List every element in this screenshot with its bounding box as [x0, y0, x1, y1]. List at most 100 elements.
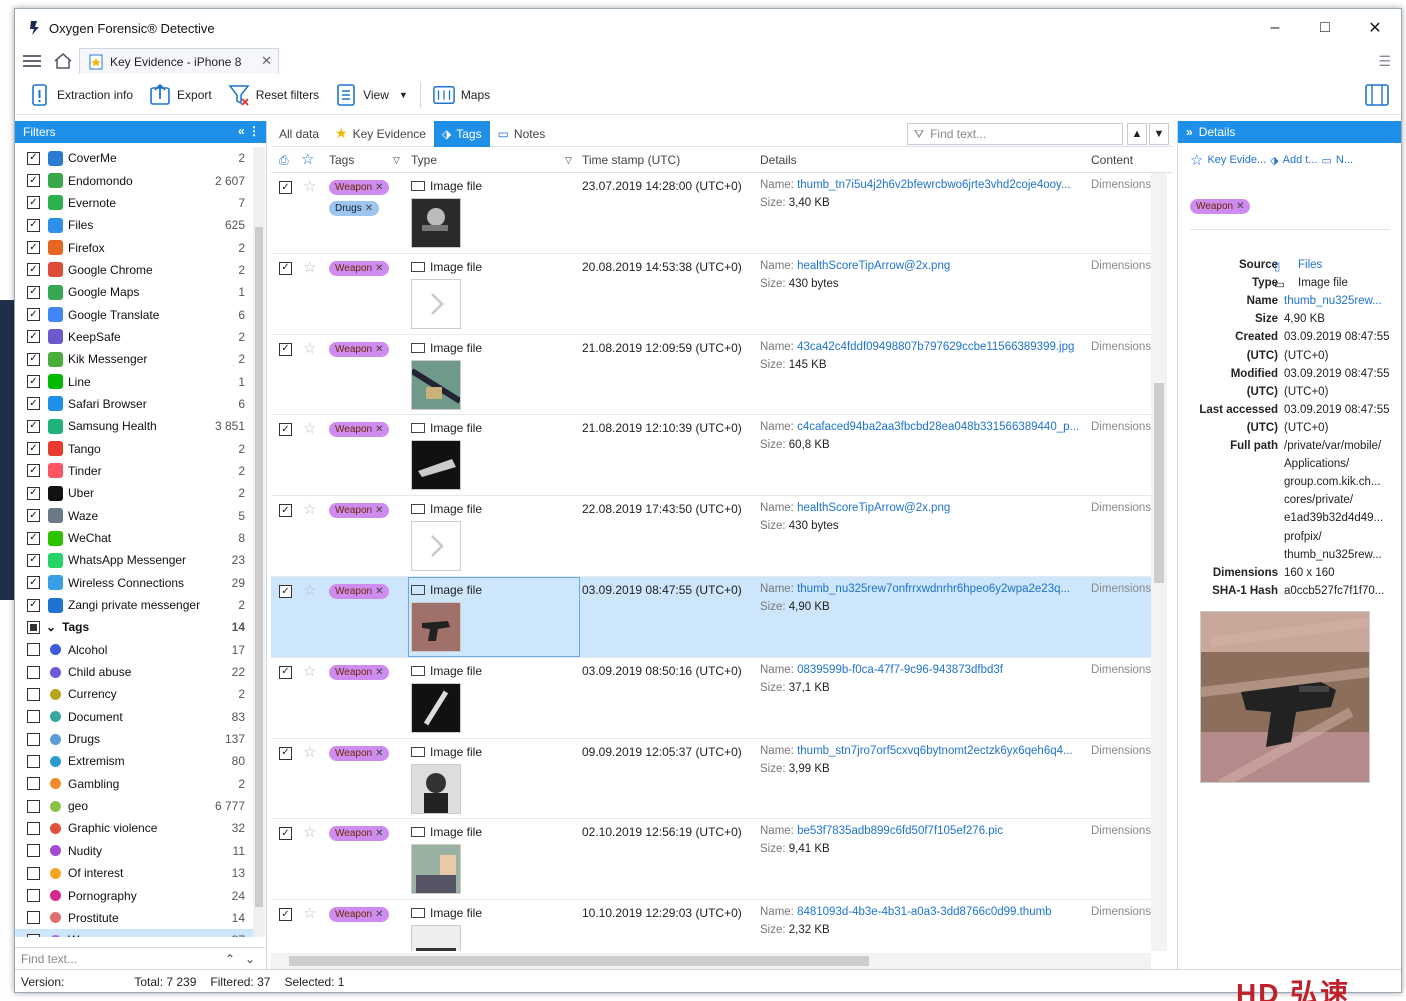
find-down-icon[interactable]: ⌄	[245, 952, 255, 966]
filter-checkbox[interactable]: ✓	[27, 531, 40, 545]
add-note-link[interactable]: N...	[1336, 154, 1353, 166]
filter-group-tags[interactable]: ⌄ Tags 14	[15, 616, 253, 638]
grid-horizontal-scrollbar[interactable]	[271, 953, 1151, 969]
key-evidence-star-icon[interactable]: ☆	[303, 581, 316, 599]
tag-filter-item[interactable]: Gambling 2	[15, 773, 253, 795]
find-next-button[interactable]: ▼	[1149, 123, 1169, 145]
details-tag-weapon[interactable]: Weapon ✕	[1190, 199, 1251, 214]
tab-key-evidence-filter[interactable]: ★ Key Evidence	[327, 121, 434, 147]
image-thumbnail[interactable]	[410, 359, 462, 410]
filter-item[interactable]: ✓ Kik Messenger 2	[15, 348, 253, 370]
column-tags[interactable]: Tags	[329, 153, 354, 167]
remove-tag-icon[interactable]: ✕	[375, 586, 383, 597]
row-tag-weapon[interactable]: Weapon ✕	[329, 584, 390, 599]
tag-filter-item[interactable]: Alcohol 17	[15, 639, 253, 661]
filter-checkbox[interactable]: ✓	[27, 419, 40, 433]
details-name-cell[interactable]: Name: 0839599b-f0ca-47f7-9c96-943873dfbd…	[760, 664, 1090, 676]
filter-checkbox[interactable]: ✓	[27, 397, 40, 411]
details-name-cell[interactable]: Name: healthScoreTipArrow@2x.png	[760, 260, 1090, 272]
filter-item[interactable]: ✓ Google Translate 6	[15, 303, 253, 325]
details-name-cell[interactable]: Name: thumb_tn7i5u4j2h6v2bfewrcbwo6jrte3…	[760, 179, 1090, 191]
remove-tag-icon[interactable]: ✕	[375, 748, 383, 759]
row-checkbox[interactable]: ✓	[279, 423, 292, 437]
grid-scroll-thumb[interactable]	[1154, 383, 1164, 583]
remove-tag-icon[interactable]: ✕	[375, 505, 383, 516]
filter-checkbox[interactable]: ✓	[27, 285, 40, 299]
details-name-value[interactable]: healthScoreTipArrow@2x.png	[797, 260, 950, 272]
overflow-menu-icon[interactable]: ☰	[1378, 53, 1391, 70]
tag-filter-checkbox[interactable]	[27, 866, 40, 880]
image-thumbnail[interactable]	[411, 682, 461, 733]
filter-checkbox[interactable]: ✓	[27, 196, 40, 210]
print-icon[interactable]: ⎙	[279, 153, 289, 168]
type-column-filter-icon[interactable]: ▽	[565, 155, 572, 166]
filter-item[interactable]: ✓ Endomondo 2 607	[15, 169, 253, 191]
key-evidence-link[interactable]: Key Evide...	[1207, 154, 1266, 166]
image-thumbnail[interactable]	[411, 440, 461, 491]
tag-filter-item[interactable]: Pornography 24	[15, 884, 253, 906]
details-field-value[interactable]: thumb_nu325rew...	[1284, 295, 1382, 307]
filter-item[interactable]: ✓ CoverMe 2	[15, 147, 253, 169]
table-row[interactable]: ✓ ☆ Weapon ✕ Image file 02.10.2019 12:56:19 (…	[271, 819, 1151, 901]
tag-filter-checkbox[interactable]	[27, 821, 40, 835]
add-note-icon[interactable]: ▭	[1321, 154, 1331, 167]
export-button[interactable]: Export	[141, 79, 220, 111]
filter-checkbox[interactable]: ✓	[27, 442, 40, 456]
key-evidence-star-icon[interactable]: ☆	[303, 823, 316, 841]
maps-button[interactable]: Maps	[425, 79, 498, 111]
table-row[interactable]: ✓ ☆ Weapon ✕ Image file 21.08.2019 12:09:59 (…	[271, 335, 1151, 416]
image-thumbnail[interactable]	[411, 763, 461, 814]
row-checkbox[interactable]: ✓	[279, 504, 292, 518]
remove-tag-icon[interactable]: ✕	[375, 182, 383, 193]
layout-toggle-icon[interactable]	[1365, 84, 1389, 106]
filter-item[interactable]: ✓ Wireless Connections 29	[15, 572, 253, 594]
filter-item[interactable]: ✓ Files 625	[15, 214, 253, 236]
row-checkbox[interactable]: ✓	[279, 746, 292, 760]
row-tag-weapon[interactable]: Weapon ✕	[329, 745, 390, 761]
filter-checkbox[interactable]: ✓	[27, 263, 40, 277]
hamburger-menu-icon[interactable]	[23, 55, 41, 67]
tag-filter-checkbox[interactable]	[27, 710, 40, 724]
remove-tag-icon[interactable]: ✕	[375, 828, 383, 839]
details-name-cell[interactable]: Name: healthScoreTipArrow@2x.png	[760, 502, 1090, 514]
expand-chevron-icon[interactable]: ⌄	[46, 620, 56, 634]
details-name-value[interactable]: be53f7835adb899c6fd50f7f105ef276.pic	[797, 825, 1003, 837]
table-row[interactable]: ✓ ☆ Weapon ✕ Image file 09.09.2019 12:05:37 (…	[271, 739, 1151, 820]
tab-notes[interactable]: ▭ Notes	[490, 121, 554, 147]
tag-filter-item[interactable]: geo 6 777	[15, 795, 253, 817]
tags-group-checkbox[interactable]	[27, 620, 40, 634]
column-type[interactable]: Type	[411, 153, 437, 167]
filter-item[interactable]: ✓ Line 1	[15, 370, 253, 392]
tags-column-filter-icon[interactable]: ▽	[393, 155, 400, 166]
filters-scrollbar[interactable]	[253, 147, 265, 937]
tag-filter-checkbox[interactable]	[27, 911, 40, 925]
image-thumbnail[interactable]	[411, 844, 461, 895]
tag-filter-item[interactable]: Currency 2	[15, 683, 253, 705]
row-checkbox[interactable]: ✓	[279, 827, 292, 841]
tag-filter-checkbox[interactable]	[27, 643, 40, 657]
key-evidence-star-icon[interactable]: ☆	[303, 904, 316, 922]
filter-item[interactable]: ✓ WeChat 8	[15, 527, 253, 549]
filter-checkbox[interactable]: ✓	[27, 375, 40, 389]
row-tag-weapon[interactable]: Weapon ✕	[329, 260, 390, 276]
tag-filter-item[interactable]: Weapon 37	[15, 929, 253, 937]
row-checkbox[interactable]: ✓	[279, 665, 292, 679]
tag-filter-item[interactable]: Graphic violence 32	[15, 817, 253, 839]
row-checkbox[interactable]: ✓	[279, 181, 292, 194]
image-thumbnail[interactable]	[411, 198, 461, 248]
table-row[interactable]: ✓ ☆ Weapon ✕ Image file 03.09.2019 08:47:55 (…	[271, 577, 1151, 658]
filter-item[interactable]: ✓ KeepSafe 2	[15, 326, 253, 348]
details-name-cell[interactable]: Name: 43ca42c4fddf09498807b797629ccbe115…	[760, 341, 1090, 353]
filter-checkbox[interactable]: ✓	[27, 486, 40, 500]
tag-filter-checkbox[interactable]	[27, 687, 40, 701]
filter-item[interactable]: ✓ Waze 5	[15, 505, 253, 527]
tag-filter-checkbox[interactable]	[27, 844, 40, 858]
tag-filter-checkbox[interactable]	[27, 889, 40, 903]
table-row[interactable]: ✓ ☆ Weapon ✕ Image file 03.09.2019 08:50:16 (…	[271, 658, 1151, 739]
row-checkbox[interactable]: ✓	[279, 908, 292, 922]
filter-item[interactable]: ✓ Zangi private messenger 2	[15, 594, 253, 616]
filter-item[interactable]: ✓ WhatsApp Messenger 23	[15, 549, 253, 571]
remove-tag-icon[interactable]: ✕	[375, 424, 383, 435]
tab-tags[interactable]: ⬗ Tags	[433, 120, 490, 147]
tag-filter-item[interactable]: Nudity 11	[15, 840, 253, 862]
